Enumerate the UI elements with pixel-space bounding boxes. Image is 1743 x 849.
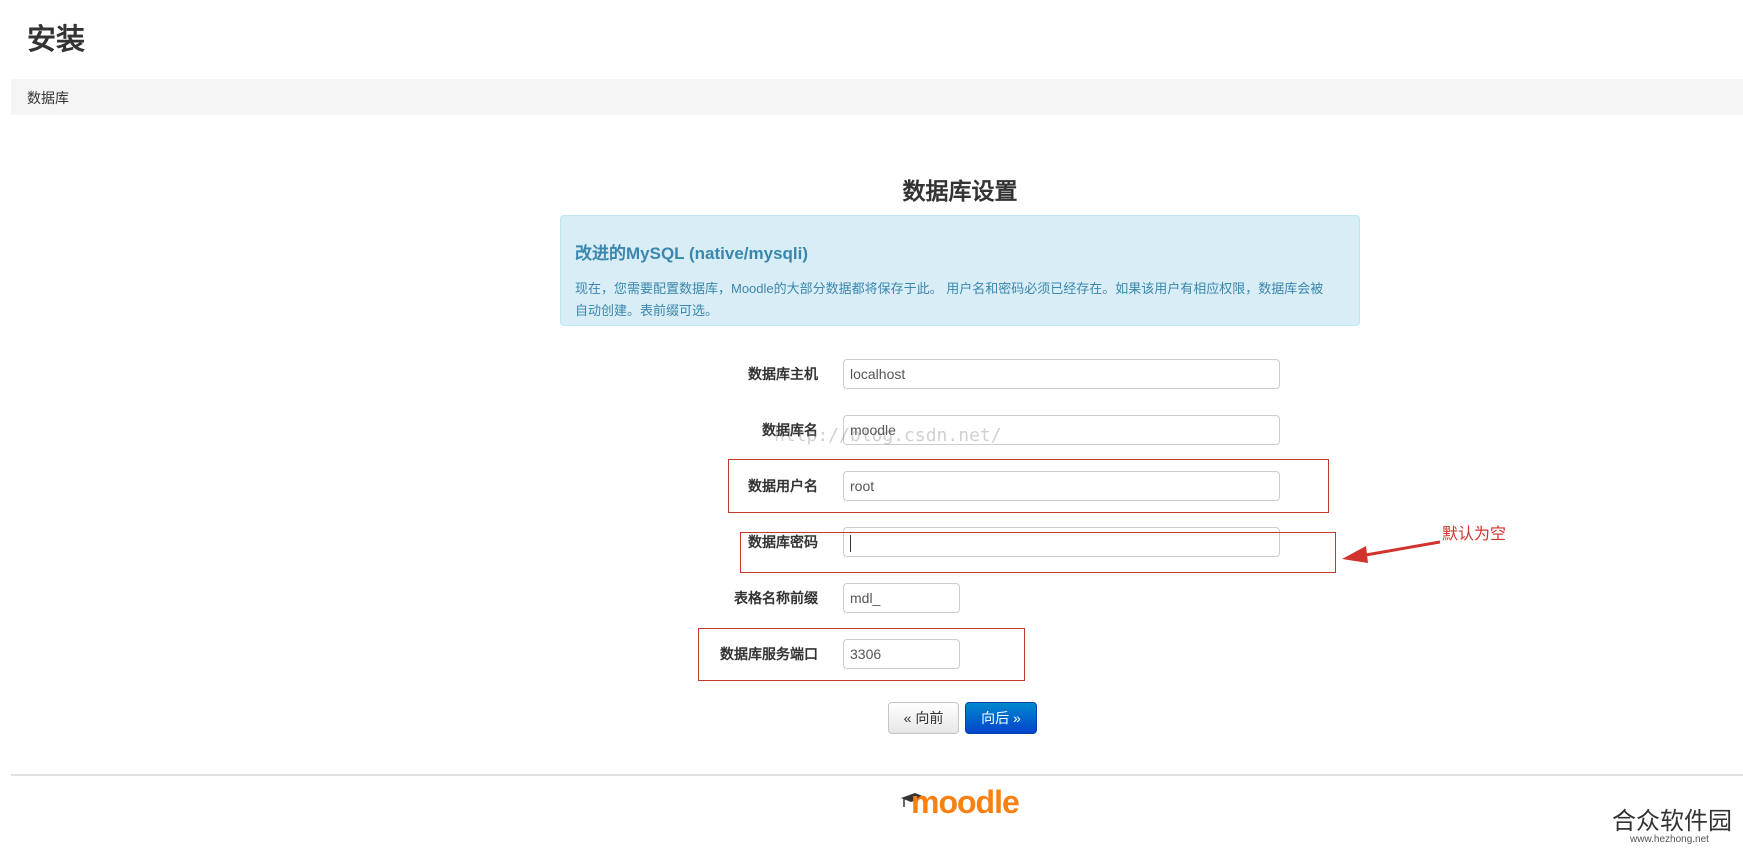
- table-prefix-label: 表格名称前缀: [734, 590, 818, 606]
- highlight-box-port: [698, 628, 1025, 681]
- section-title: 数据库设置: [902, 178, 1018, 204]
- db-host-input[interactable]: localhost: [843, 359, 1280, 389]
- watermark-text: http://blog.csdn.net/: [774, 425, 1002, 446]
- annotation-text: 默认为空: [1442, 526, 1507, 543]
- info-box: 改进的MySQL (native/mysqli) 现在，您需要配置数据库，Moo…: [560, 215, 1360, 326]
- info-heading: 改进的MySQL (native/mysqli): [575, 244, 809, 263]
- db-host-label: 数据库主机: [748, 366, 818, 382]
- moodle-logo[interactable]: moodle: [901, 784, 1020, 821]
- moodle-logo-text: moodle: [911, 784, 1020, 820]
- table-prefix-input[interactable]: mdl_: [843, 583, 960, 613]
- info-text: 现在，您需要配置数据库，Moodle的大部分数据都将保存于此。 用户名和密码必须…: [575, 281, 1324, 318]
- highlight-box-password: [740, 532, 1336, 573]
- breadcrumb[interactable]: 数据库: [27, 88, 69, 108]
- breadcrumb-bar: 数据库: [11, 79, 1743, 115]
- annotation-arrow-icon: [1342, 540, 1441, 563]
- next-button[interactable]: 向后 »: [965, 702, 1037, 734]
- prev-button[interactable]: « 向前: [888, 702, 959, 734]
- footer-divider: [11, 774, 1743, 776]
- page-title: 安装: [27, 24, 86, 56]
- site-url-text: www.hezhong.net: [1630, 834, 1709, 845]
- site-logo-text: 合众软件园: [1612, 807, 1732, 835]
- highlight-box-username: [728, 459, 1329, 513]
